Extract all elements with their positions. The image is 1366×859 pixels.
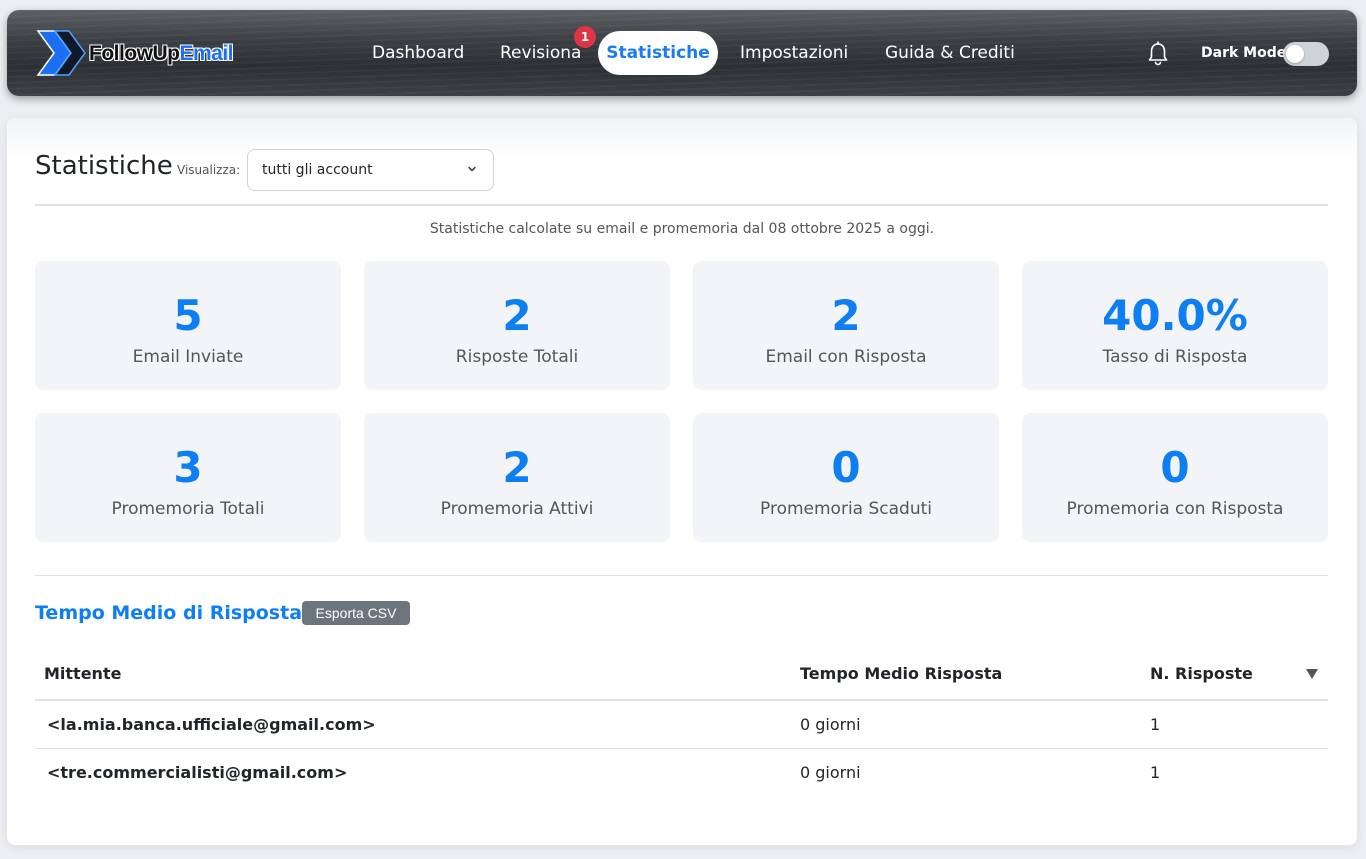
view-label: Visualizza: (177, 163, 241, 177)
stat-card-promemoria-attivi: 2 Promemoria Attivi (364, 413, 670, 542)
nav-statistiche[interactable]: Statistiche (598, 31, 718, 75)
stat-value: 0 (831, 443, 861, 492)
cell-avg-time: 0 giorni (800, 763, 861, 782)
table-row: <tre.commercialisti@gmail.com> 0 giorni … (35, 749, 1328, 797)
account-select[interactable]: tutti gli account (247, 149, 494, 191)
dark-mode-label: Dark Mode (1201, 45, 1287, 61)
stat-label: Risposte Totali (455, 347, 579, 367)
sort-desc-icon[interactable] (1305, 668, 1319, 680)
account-select-value: tutti gli account (262, 162, 373, 178)
toggle-knob (1286, 45, 1304, 63)
stat-card-risposte-totali: 2 Risposte Totali (364, 261, 670, 390)
stat-label: Email Inviate (132, 347, 244, 367)
section-divider (35, 575, 1328, 576)
stat-card-promemoria-scaduti: 0 Promemoria Scaduti (693, 413, 999, 542)
stat-value: 5 (173, 291, 203, 340)
stat-label: Promemoria Totali (111, 499, 265, 519)
page-title: Statistiche (35, 151, 173, 181)
cell-count: 1 (1150, 763, 1161, 782)
bell-icon[interactable] (1146, 41, 1170, 67)
column-header-n-risposte[interactable]: N. Risposte (1150, 664, 1253, 683)
stat-value: 40.0% (1102, 291, 1248, 340)
cell-sender: <la.mia.banca.ufficiale@gmail.com> (47, 715, 376, 734)
nav-guida-crediti[interactable]: Guida & Crediti (885, 31, 1015, 75)
stat-value: 2 (502, 443, 532, 492)
stat-label: Promemoria con Risposta (1066, 499, 1284, 519)
stat-value: 2 (831, 291, 861, 340)
cell-avg-time: 0 giorni (800, 715, 861, 734)
nav-dashboard[interactable]: Dashboard (372, 31, 464, 75)
stat-label: Promemoria Scaduti (760, 499, 932, 519)
chevron-down-icon (468, 166, 476, 172)
stat-value: 0 (1160, 443, 1190, 492)
dark-mode-toggle[interactable] (1283, 42, 1329, 66)
stat-label: Promemoria Attivi (440, 499, 594, 519)
statistics-card: Statistiche Visualizza: tutti gli accoun… (7, 118, 1357, 845)
stat-value: 3 (173, 443, 203, 492)
export-csv-button[interactable]: Esporta CSV (302, 601, 410, 625)
revisiona-badge: 1 (574, 26, 596, 48)
nav-impostazioni[interactable]: Impostazioni (740, 31, 848, 75)
stat-card-email-con-risposta: 2 Email con Risposta (693, 261, 999, 390)
nav-revisiona[interactable]: Revisiona (500, 31, 581, 75)
stats-period-note: Statistiche calcolate su email e promemo… (429, 221, 935, 237)
stat-card-promemoria-con-risposta: 0 Promemoria con Risposta (1022, 413, 1328, 542)
column-header-tempo-medio[interactable]: Tempo Medio Risposta (800, 664, 1002, 683)
stat-card-promemoria-totali: 3 Promemoria Totali (35, 413, 341, 542)
stat-value: 2 (502, 291, 532, 340)
top-navbar: FollowUpEmail Dashboard Revisiona 1 Stat… (7, 10, 1357, 96)
column-header-mittente[interactable]: Mittente (44, 664, 121, 683)
cell-sender: <tre.commercialisti@gmail.com> (47, 763, 348, 782)
cell-count: 1 (1150, 715, 1161, 734)
stat-card-tasso-risposta: 40.0% Tasso di Risposta (1022, 261, 1328, 390)
response-time-title: Tempo Medio di Risposta (35, 602, 303, 624)
header-divider (35, 204, 1328, 206)
stat-card-email-inviate: 5 Email Inviate (35, 261, 341, 390)
table-row: <la.mia.banca.ufficiale@gmail.com> 0 gio… (35, 701, 1328, 749)
stat-label: Tasso di Risposta (1102, 347, 1248, 367)
stat-label: Email con Risposta (765, 347, 927, 367)
